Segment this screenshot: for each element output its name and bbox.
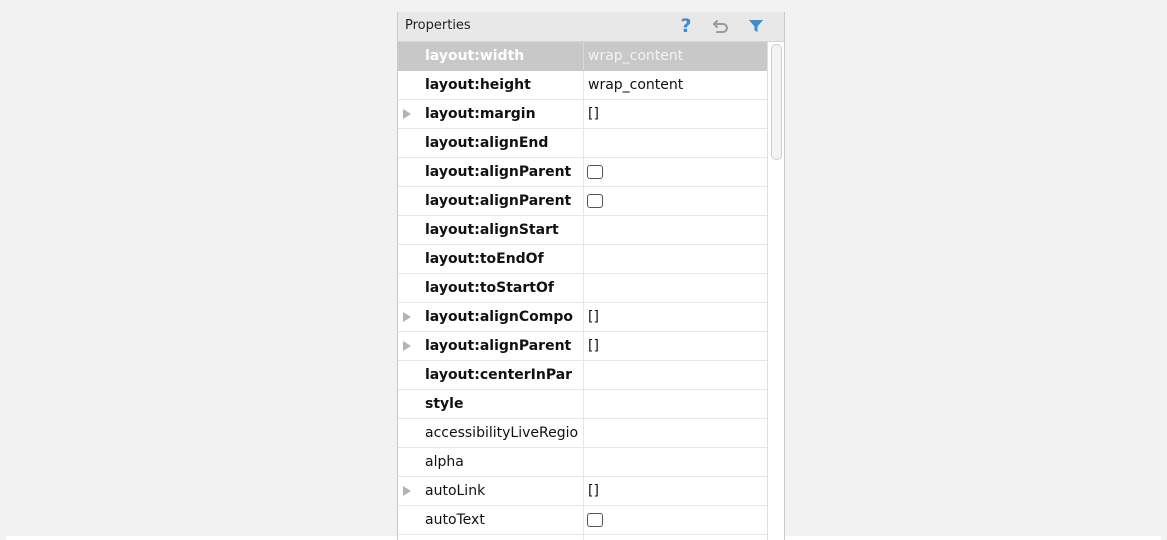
property-name: alpha (425, 454, 464, 470)
property-row[interactable]: layout:alignCompo [] (398, 303, 767, 332)
property-row[interactable]: autoText (398, 506, 767, 535)
property-name: layout:alignParent (425, 164, 572, 180)
property-name: style (425, 396, 464, 412)
column-divider (583, 303, 584, 331)
property-checkbox[interactable] (587, 194, 603, 208)
property-row[interactable]: layout:alignEnd (398, 129, 767, 158)
property-row[interactable]: accessibilityLiveRegio (398, 419, 767, 448)
column-divider (583, 129, 584, 157)
property-name: layout:toEndOf (425, 251, 544, 267)
property-value[interactable]: wrap_content (588, 42, 683, 70)
column-divider (583, 448, 584, 476)
property-name: layout:centerInPar (425, 367, 573, 383)
property-row[interactable]: layout:centerInPar (398, 361, 767, 390)
vertical-scrollbar[interactable] (767, 42, 784, 540)
property-row[interactable]: layout:width wrap_content (398, 42, 767, 71)
property-name: autoText (425, 512, 485, 528)
property-name: layout:alignParent (425, 338, 572, 354)
column-divider (583, 42, 584, 70)
property-row[interactable]: layout:height wrap_content (398, 71, 767, 100)
property-row[interactable]: style (398, 390, 767, 419)
property-row[interactable]: autoLink [] (398, 477, 767, 506)
property-checkbox[interactable] (587, 165, 603, 179)
panel-title: Properties (405, 18, 471, 33)
property-name: layout:alignStart (425, 222, 559, 238)
column-divider (583, 332, 584, 360)
property-row[interactable]: layout:toStartOf (398, 274, 767, 303)
column-divider (583, 535, 584, 540)
property-name: accessibilityLiveRegio (425, 425, 579, 441)
property-value[interactable]: [] (588, 303, 599, 331)
column-divider (583, 216, 584, 244)
property-row[interactable]: layout:alignStart (398, 216, 767, 245)
property-name: layout:toStartOf (425, 280, 554, 296)
property-row[interactable]: layout:alignParent (398, 187, 767, 216)
properties-panel: Properties ? layout:width wrap_content lay… (397, 12, 785, 540)
column-divider (583, 71, 584, 99)
property-name: layout:alignCompo (425, 309, 573, 325)
column-divider (583, 100, 584, 128)
property-name (425, 535, 583, 540)
expand-arrow-icon[interactable] (403, 486, 411, 496)
column-divider (583, 506, 584, 534)
column-divider (583, 158, 584, 186)
property-row[interactable]: alpha (398, 448, 767, 477)
property-row[interactable]: layout:alignParent (398, 158, 767, 187)
expand-arrow-icon[interactable] (403, 109, 411, 119)
expand-arrow-icon[interactable] (403, 312, 411, 322)
undo-icon[interactable] (712, 14, 730, 38)
property-checkbox[interactable] (587, 513, 603, 527)
column-divider (583, 361, 584, 389)
column-divider (583, 419, 584, 447)
properties-header: Properties ? (398, 12, 784, 42)
scrollbar-thumb[interactable] (771, 44, 782, 160)
property-value[interactable]: wrap_content (588, 71, 683, 99)
property-row[interactable]: layout:alignParent [] (398, 332, 767, 361)
column-divider (583, 187, 584, 215)
column-divider (583, 274, 584, 302)
expand-arrow-icon[interactable] (403, 341, 411, 351)
property-name: layout:margin (425, 106, 536, 122)
property-name: layout:width (425, 48, 525, 64)
property-row[interactable]: layout:toEndOf (398, 245, 767, 274)
property-name: autoLink (425, 483, 486, 499)
property-name: layout:alignParent (425, 193, 572, 209)
property-value[interactable]: [] (588, 477, 599, 505)
property-name: layout:alignEnd (425, 135, 549, 151)
help-icon[interactable]: ? (677, 14, 695, 38)
property-row[interactable] (398, 535, 767, 540)
property-value[interactable]: [] (588, 100, 599, 128)
property-name: layout:height (425, 77, 531, 93)
property-row[interactable]: layout:margin [] (398, 100, 767, 129)
column-divider (583, 390, 584, 418)
filter-icon[interactable] (747, 14, 765, 38)
properties-table: layout:width wrap_content layout:height wra… (398, 42, 767, 540)
property-value[interactable]: [] (588, 332, 599, 360)
column-divider (583, 245, 584, 273)
column-divider (583, 477, 584, 505)
